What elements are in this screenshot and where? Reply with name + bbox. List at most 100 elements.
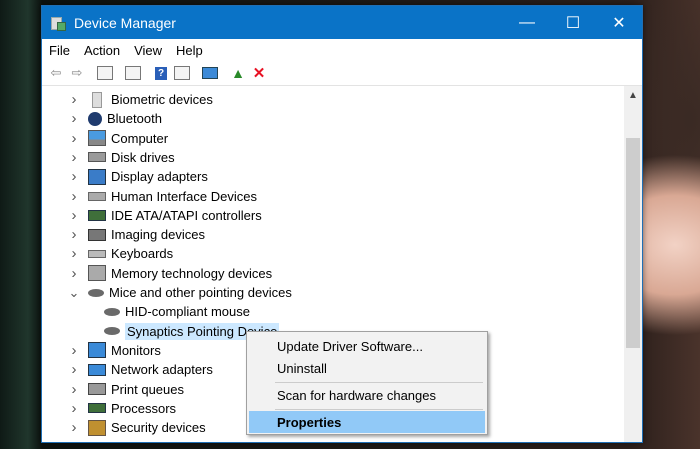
- menu-uninstall[interactable]: Uninstall: [249, 357, 485, 379]
- menu-uninstall-label: Uninstall: [277, 360, 327, 376]
- menu-bar: File Action View Help: [42, 39, 642, 61]
- tree-item-label: Bluetooth: [107, 111, 162, 127]
- memory-icon: [88, 265, 106, 282]
- menu-separator: [275, 382, 483, 383]
- tree-category[interactable]: › Imaging devices: [68, 225, 205, 244]
- menu-file[interactable]: File: [42, 43, 77, 58]
- mouse-icon: [104, 327, 120, 336]
- tree-category[interactable]: › Keyboards: [68, 244, 174, 263]
- tree-item-label: Processors: [111, 400, 177, 416]
- tree-item-label: Imaging devices: [111, 227, 205, 243]
- update-driver-button[interactable]: ▲: [228, 64, 248, 82]
- chevron-right-icon[interactable]: ›: [68, 245, 80, 262]
- back-button[interactable]: ⇦: [46, 64, 66, 82]
- chevron-right-icon[interactable]: ›: [68, 342, 80, 359]
- monitor-icon: [88, 342, 106, 359]
- security-icon: [88, 419, 106, 436]
- chevron-right-icon[interactable]: ›: [68, 400, 80, 417]
- keyboard-icon: [88, 249, 106, 258]
- tree-item-label: Memory technology devices: [111, 265, 273, 281]
- properties-icon: [97, 66, 113, 80]
- network-icon: [88, 363, 106, 376]
- menu-action[interactable]: Action: [77, 43, 127, 58]
- tree-item-label: IDE ATA/ATAPI controllers: [111, 207, 262, 223]
- close-icon: ✕: [612, 14, 626, 32]
- tree-category[interactable]: › Security devices: [68, 418, 206, 437]
- tree-item-label: HID-compliant mouse: [125, 304, 250, 320]
- maximize-button[interactable]: ☐: [550, 6, 596, 39]
- menu-view[interactable]: View: [127, 43, 169, 58]
- chevron-right-icon[interactable]: ›: [68, 207, 80, 224]
- tree-category[interactable]: › Network adapters: [68, 360, 213, 379]
- tree-category[interactable]: › Print queues: [68, 380, 185, 399]
- menu-scan-hardware[interactable]: Scan for hardware changes: [249, 384, 485, 406]
- display-icon: [88, 168, 106, 185]
- details-button[interactable]: [123, 64, 143, 82]
- camera-icon: [88, 228, 106, 241]
- tree-item-label: Disk drives: [111, 149, 175, 165]
- tree-category[interactable]: › Human Interface Devices: [68, 187, 257, 206]
- chevron-right-icon[interactable]: ›: [68, 91, 80, 108]
- toolbar: ⇦ ⇨ ? ▲ ✕: [42, 61, 642, 86]
- tree-category[interactable]: › Monitors: [68, 341, 161, 360]
- scroll-thumb[interactable]: [626, 138, 640, 348]
- scroll-up-button[interactable]: ▲: [624, 86, 642, 104]
- menu-update-driver[interactable]: Update Driver Software...: [249, 335, 485, 357]
- printer-icon: [88, 383, 106, 395]
- chevron-right-icon[interactable]: ›: [68, 381, 80, 398]
- menu-scan-label: Scan for hardware changes: [277, 387, 436, 403]
- tree-category[interactable]: › Computer: [68, 129, 169, 148]
- tree-item-label: Print queues: [111, 381, 184, 397]
- forward-button[interactable]: ⇨: [67, 64, 87, 82]
- tree-item-label: Biometric devices: [111, 92, 213, 107]
- chevron-right-icon[interactable]: ›: [68, 419, 80, 436]
- biometric-icon: [92, 91, 102, 108]
- mouse-icon: [88, 288, 104, 297]
- tree-category[interactable]: › Processors: [68, 399, 177, 418]
- menu-update-driver-label: Update Driver Software...: [277, 338, 423, 354]
- back-icon: ⇦: [50, 65, 62, 80]
- title-bar[interactable]: Device Manager — ☐ ✕: [42, 6, 642, 39]
- maximize-icon: ☐: [565, 14, 581, 32]
- menu-properties[interactable]: Properties: [249, 411, 485, 433]
- tree-item-label: Display adapters: [111, 169, 208, 185]
- processor-icon: [88, 403, 106, 414]
- mouse-icon: [104, 307, 120, 316]
- tree-item-label: Monitors: [111, 342, 161, 358]
- minimize-button[interactable]: —: [504, 6, 550, 39]
- hid-icon: [88, 191, 106, 201]
- chevron-right-icon[interactable]: ›: [68, 110, 80, 127]
- minimize-icon: —: [519, 13, 535, 31]
- tree-category[interactable]: › Display adapters: [68, 167, 208, 186]
- chevron-right-icon[interactable]: ›: [68, 130, 80, 147]
- uninstall-icon: ✕: [252, 65, 266, 82]
- chevron-right-icon[interactable]: ›: [68, 168, 80, 185]
- window-title: Device Manager: [74, 14, 176, 31]
- scan-button[interactable]: [200, 64, 220, 82]
- chevron-right-icon[interactable]: ›: [68, 361, 80, 378]
- tree-item-label: Keyboards: [111, 246, 174, 262]
- tree-category[interactable]: › Memory technology devices: [68, 264, 273, 283]
- vertical-scrollbar[interactable]: ▲: [624, 86, 642, 442]
- tree-category[interactable]: › Biometric devices: [68, 90, 213, 109]
- tree-category[interactable]: › Disk drives: [68, 148, 175, 167]
- view-button[interactable]: [172, 64, 192, 82]
- chevron-right-icon[interactable]: ›: [68, 226, 80, 243]
- tree-category[interactable]: ⌄ Mice and other pointing devices: [68, 283, 292, 302]
- properties-button[interactable]: [95, 64, 115, 82]
- tree-category[interactable]: › IDE ATA/ATAPI controllers: [68, 206, 262, 225]
- details-icon: [125, 66, 141, 80]
- help-icon: ?: [155, 66, 167, 80]
- menu-separator: [275, 409, 483, 410]
- tree-item-label: Mice and other pointing devices: [109, 285, 292, 300]
- chevron-right-icon[interactable]: ›: [68, 149, 80, 166]
- chevron-down-icon[interactable]: ⌄: [68, 285, 80, 300]
- menu-help[interactable]: Help: [169, 43, 210, 58]
- chevron-right-icon[interactable]: ›: [68, 265, 80, 282]
- tree-category[interactable]: › Bluetooth: [68, 109, 162, 128]
- chevron-right-icon[interactable]: ›: [68, 188, 80, 205]
- uninstall-button[interactable]: ✕: [249, 64, 269, 82]
- tree-child-item[interactable]: HID-compliant mouse: [104, 302, 250, 321]
- help-button[interactable]: ?: [151, 64, 171, 82]
- close-button[interactable]: ✕: [596, 6, 642, 39]
